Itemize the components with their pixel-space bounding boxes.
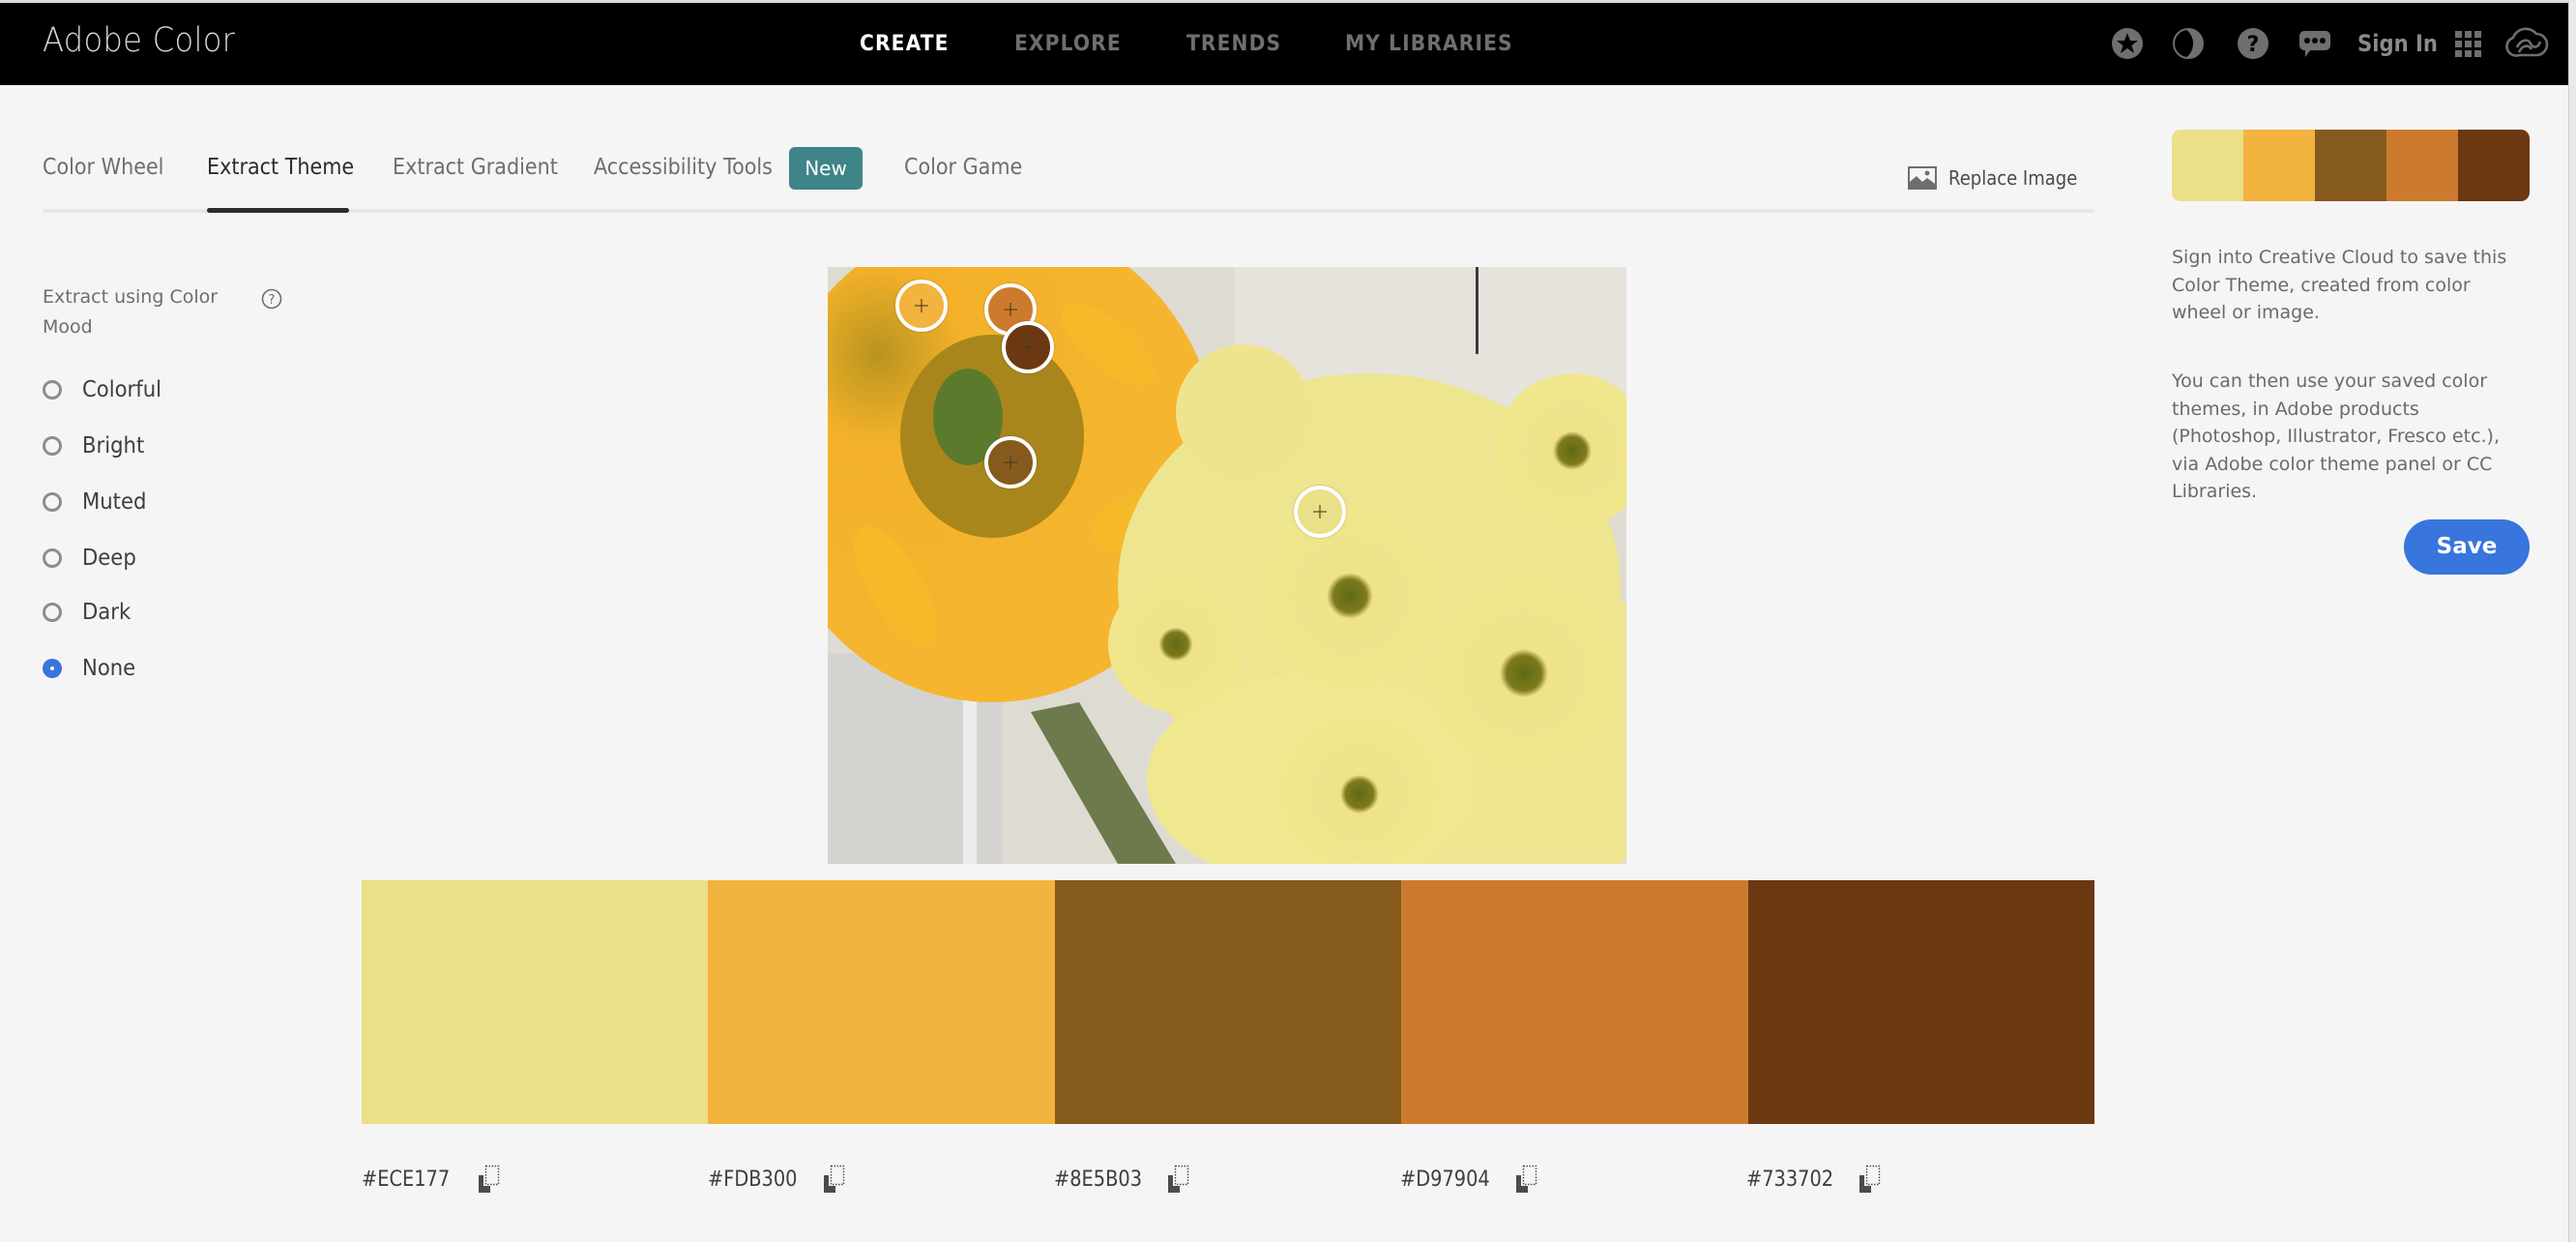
copy-icon[interactable] xyxy=(1515,1165,1538,1194)
mood-option-deep[interactable]: Deep xyxy=(43,542,141,575)
tab-accessibility-tools[interactable]: Accessibility Tools xyxy=(594,155,773,180)
nav-trends[interactable]: TRENDS xyxy=(1186,32,1281,56)
mood-option-dark[interactable]: Dark xyxy=(43,596,135,629)
help-question-icon[interactable]: ? xyxy=(2237,27,2269,60)
svg-text:?: ? xyxy=(269,293,276,308)
radio-button[interactable] xyxy=(43,548,62,568)
chat-bubble-icon[interactable] xyxy=(2298,27,2331,60)
new-badge: New xyxy=(789,147,863,190)
swatch-2[interactable] xyxy=(708,880,1055,1124)
copy-icon[interactable] xyxy=(1859,1165,1882,1194)
mood-option-colorful[interactable]: Colorful xyxy=(43,373,168,406)
preview-swatch-3 xyxy=(2315,130,2386,201)
moon-contrast-icon[interactable] xyxy=(2172,27,2205,60)
hex-value[interactable]: #733702 xyxy=(1746,1168,1833,1192)
radio-button[interactable] xyxy=(43,603,62,622)
nav-explore[interactable]: EXPLORE xyxy=(1014,32,1122,56)
image-icon xyxy=(1908,166,1937,190)
flower-photo xyxy=(828,267,1626,864)
radio-button[interactable] xyxy=(43,380,62,399)
theme-swatches xyxy=(362,880,2095,1124)
color-picker-handle-3[interactable] xyxy=(984,436,1037,488)
apps-grid-icon[interactable] xyxy=(2454,30,2483,59)
color-picker-handle-1[interactable] xyxy=(1294,486,1346,538)
tab-color-game[interactable]: Color Game xyxy=(904,155,1022,180)
svg-text:?: ? xyxy=(2247,33,2260,57)
app-logo[interactable]: Adobe Color xyxy=(43,21,235,60)
hex-value[interactable]: #D97904 xyxy=(1400,1168,1490,1192)
sign-in-info-text: Sign into Creative Cloud to save this Co… xyxy=(2172,247,2507,323)
copy-icon[interactable] xyxy=(823,1165,846,1194)
radio-label: Muted xyxy=(82,489,147,515)
star-circle-icon[interactable] xyxy=(2111,27,2144,60)
color-picker-handle-2[interactable] xyxy=(895,280,948,332)
swatch-1[interactable] xyxy=(362,880,709,1124)
copy-icon[interactable] xyxy=(1167,1165,1190,1194)
hex-value[interactable]: #ECE177 xyxy=(362,1168,450,1192)
mood-option-bright[interactable]: Bright xyxy=(43,429,150,462)
tab-underline-track xyxy=(43,209,2094,213)
replace-image-button[interactable]: Replace Image xyxy=(1908,164,2092,192)
help-circle-icon[interactable]: ? xyxy=(261,288,282,310)
mood-option-muted[interactable]: Muted xyxy=(43,486,152,518)
hex-row-5: #733702 xyxy=(1746,1163,1882,1196)
hex-row-2: #FDB300 xyxy=(708,1163,846,1196)
replace-image-label: Replace Image xyxy=(1948,166,2078,190)
theme-preview-palette xyxy=(2172,130,2530,201)
tab-extract-theme[interactable]: Extract Theme xyxy=(207,155,354,180)
tab-extract-gradient[interactable]: Extract Gradient xyxy=(393,155,558,180)
radio-button[interactable] xyxy=(43,436,62,456)
sign-in-link[interactable]: Sign In xyxy=(2357,30,2438,57)
preview-swatch-4 xyxy=(2386,130,2458,201)
preview-swatch-5 xyxy=(2458,130,2530,201)
preview-swatch-2 xyxy=(2243,130,2315,201)
swatch-5[interactable] xyxy=(1747,880,2095,1124)
source-image[interactable] xyxy=(828,267,1626,864)
creative-cloud-icon[interactable] xyxy=(2505,26,2550,59)
hex-value[interactable]: #FDB300 xyxy=(708,1168,798,1192)
tab-color-wheel[interactable]: Color Wheel xyxy=(43,155,163,180)
radio-button-selected[interactable] xyxy=(43,659,62,678)
copy-icon[interactable] xyxy=(478,1165,501,1194)
hex-value[interactable]: #8E5B03 xyxy=(1054,1168,1142,1192)
radio-label: Colorful xyxy=(82,377,161,402)
swatch-3[interactable] xyxy=(1054,880,1402,1124)
libraries-info-text: You can then use your saved color themes… xyxy=(2172,370,2501,502)
tab-active-indicator xyxy=(207,208,349,213)
nav-my-libraries[interactable]: MY LIBRARIES xyxy=(1345,32,1513,56)
color-picker-handle-5[interactable] xyxy=(1002,321,1054,373)
color-mood-heading: Extract using Color Mood xyxy=(43,286,219,338)
radio-label: Deep xyxy=(82,546,136,571)
mood-option-none[interactable]: None xyxy=(43,652,140,685)
swatch-4[interactable] xyxy=(1401,880,1748,1124)
radio-label: None xyxy=(82,656,136,681)
hex-row-3: #8E5B03 xyxy=(1054,1163,1190,1196)
save-button[interactable]: Save xyxy=(2404,519,2530,575)
radio-button[interactable] xyxy=(43,492,62,512)
preview-swatch-1 xyxy=(2172,130,2243,201)
radio-label: Bright xyxy=(82,433,145,458)
page-scrollbar[interactable] xyxy=(2568,0,2576,1242)
hex-row-4: #D97904 xyxy=(1400,1163,1538,1196)
nav-create[interactable]: CREATE xyxy=(860,32,950,56)
radio-label: Dark xyxy=(82,600,132,625)
hex-row-1: #ECE177 xyxy=(362,1163,501,1196)
